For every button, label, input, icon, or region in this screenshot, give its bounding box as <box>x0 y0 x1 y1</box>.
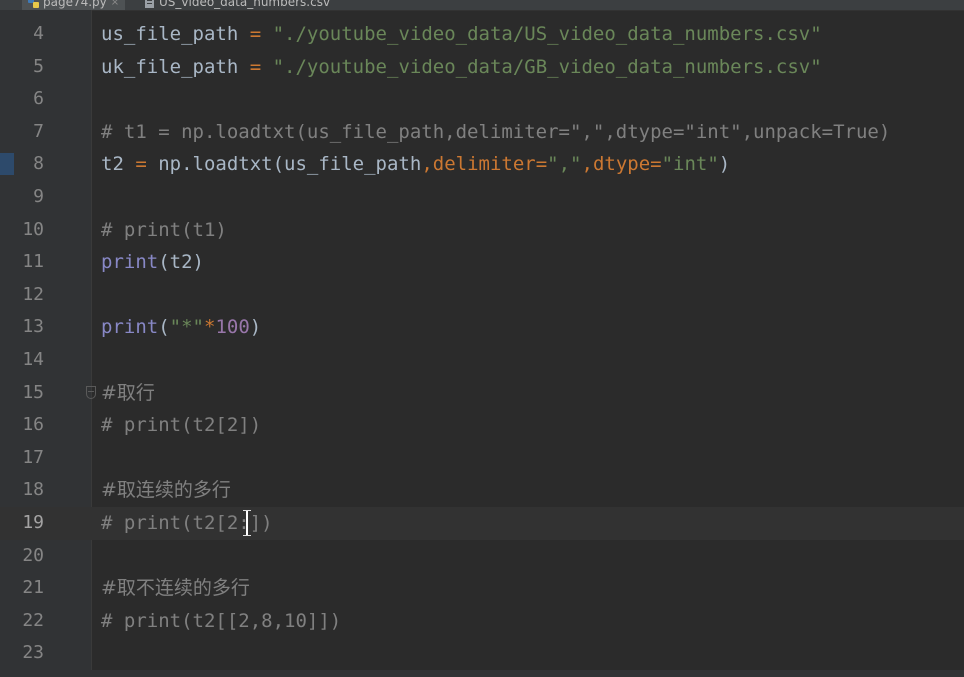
code-token: #取不连续的多行 <box>101 577 250 600</box>
line-number: 13 <box>22 316 44 338</box>
code-text: #取行 <box>101 377 155 410</box>
code-token: us_file_path <box>101 23 239 45</box>
code-line[interactable]: 21 #取不连续的多行 <box>0 572 964 605</box>
line-number: 6 <box>33 88 44 110</box>
code-line[interactable]: 6 <box>0 83 964 116</box>
line-number: 22 <box>22 609 44 631</box>
line-number: 8 <box>33 153 44 175</box>
code-token: print <box>101 251 159 274</box>
tab-label: US_video_data_numbers.csv <box>159 0 331 9</box>
fold-icon[interactable] <box>86 385 96 399</box>
code-text: t2 = np.loadtxt(us_file_path,delimiter="… <box>101 148 730 181</box>
code-token: "," <box>547 153 582 176</box>
code-line[interactable]: 8 t2 = np.loadtxt(us_file_path,delimiter=… <box>0 148 964 181</box>
python-file-icon <box>28 0 39 8</box>
editor-bottom-strip <box>0 670 964 677</box>
line-number: 19 <box>22 511 44 533</box>
code-token: "./youtube_video_data/GB_video_data_numb… <box>272 55 822 78</box>
code-line[interactable]: 9 <box>0 181 964 214</box>
code-token: np.loadtxt(us_file_path <box>158 153 422 176</box>
code-text: print(t2) <box>101 246 204 279</box>
code-token: ) <box>718 153 731 176</box>
line-number: 9 <box>33 185 44 207</box>
code-line[interactable]: 11 print(t2) <box>0 246 964 279</box>
code-line[interactable]: 16 # print(t2[2]) <box>0 409 964 442</box>
line-number: 18 <box>22 479 44 501</box>
code-line[interactable]: 5 uk_file_path = "./youtube_video_data/GB… <box>0 51 964 84</box>
code-text: #取连续的多行 <box>101 474 231 507</box>
line-number: 16 <box>22 414 44 436</box>
code-token: * <box>203 316 216 339</box>
code-text: # print(t1) <box>101 214 227 247</box>
csv-file-icon <box>145 0 154 8</box>
line-number: 5 <box>33 55 44 77</box>
code-token: 100 <box>215 316 250 339</box>
code-token: dtype= <box>592 153 662 176</box>
code-line[interactable]: 22 # print(t2[[2,8,10]]) <box>0 605 964 638</box>
editor-tab-bar: page74.py × US_video_data_numbers.csv <box>0 0 964 11</box>
code-token: #取行 <box>101 381 155 404</box>
code-token: # print(t2[2]) <box>101 414 262 437</box>
line-number: 7 <box>33 120 44 142</box>
code-text: # print(t2[2]) <box>101 409 261 442</box>
code-line[interactable]: 4 us_file_path = "./youtube_video_data/US… <box>0 18 964 51</box>
line-number: 11 <box>22 251 44 273</box>
code-token: = <box>238 55 273 78</box>
code-line[interactable]: 13 print("*"*100) <box>0 311 964 344</box>
code-token: print <box>101 316 159 339</box>
code-token: uk_file_path <box>101 55 239 78</box>
code-token: (t2) <box>158 251 204 274</box>
code-text: uk_file_path = "./youtube_video_data/GB_… <box>101 51 822 84</box>
line-number: 14 <box>22 348 44 370</box>
code-line[interactable]: 20 <box>0 540 964 573</box>
code-text: # t1 = np.loadtxt(us_file_path,delimiter… <box>101 116 890 149</box>
code-token: #取连续的多行 <box>101 479 231 502</box>
line-number: 20 <box>22 544 44 566</box>
line-number: 15 <box>22 381 44 403</box>
mouse-ibeam-cursor-icon <box>243 509 251 536</box>
tab-label: page74.py <box>43 0 107 9</box>
code-line[interactable]: 17 <box>0 442 964 475</box>
tab-us-video-data-csv[interactable]: US_video_data_numbers.csv <box>144 0 330 10</box>
code-token: = <box>238 23 273 45</box>
line-number: 12 <box>22 283 44 305</box>
code-line[interactable]: 15 #取行 <box>0 377 964 410</box>
code-line[interactable]: 7 # t1 = np.loadtxt(us_file_path,delimite… <box>0 116 964 149</box>
code-token: "./youtube_video_data/US_video_data_numb… <box>272 23 822 45</box>
code-token: t2 <box>101 153 124 176</box>
code-text: print("*"*100) <box>101 311 261 344</box>
code-text: #取不连续的多行 <box>101 572 250 605</box>
line-number: 10 <box>22 218 44 240</box>
tab-close-icon[interactable]: × <box>111 0 119 8</box>
code-token: "*" <box>169 316 204 339</box>
line-number: 4 <box>33 23 44 44</box>
code-token: , <box>581 153 593 176</box>
code-token: delimiter= <box>432 153 548 176</box>
code-line[interactable]: 19 # print(t2[2:]) <box>0 506 964 540</box>
line-number: 21 <box>22 577 44 599</box>
code-token: # print(t2[[2,8,10]]) <box>101 609 342 632</box>
code-line[interactable]: 14 <box>0 344 964 377</box>
code-token: ( <box>158 316 170 339</box>
code-token: = <box>123 153 159 176</box>
code-token: "int" <box>661 153 719 176</box>
line-number: 23 <box>22 642 44 664</box>
code-line[interactable]: 12 <box>0 279 964 312</box>
code-token: # t1 = np.loadtxt(us_file_path,delimiter… <box>101 120 891 143</box>
line-number: 17 <box>22 446 44 468</box>
code-token: , <box>421 153 433 176</box>
code-text: # print(t2[[2,8,10]]) <box>101 605 341 638</box>
code-line[interactable]: 23 <box>0 637 964 670</box>
code-editor[interactable]: 4 us_file_path = "./youtube_video_data/US… <box>0 18 964 670</box>
code-text: us_file_path = "./youtube_video_data/US_… <box>101 18 822 51</box>
code-line[interactable]: 18 #取连续的多行 <box>0 474 964 507</box>
code-line[interactable]: 10 # print(t1) <box>0 214 964 247</box>
code-token: ) <box>249 316 262 339</box>
code-token: # print(t1) <box>101 218 227 241</box>
